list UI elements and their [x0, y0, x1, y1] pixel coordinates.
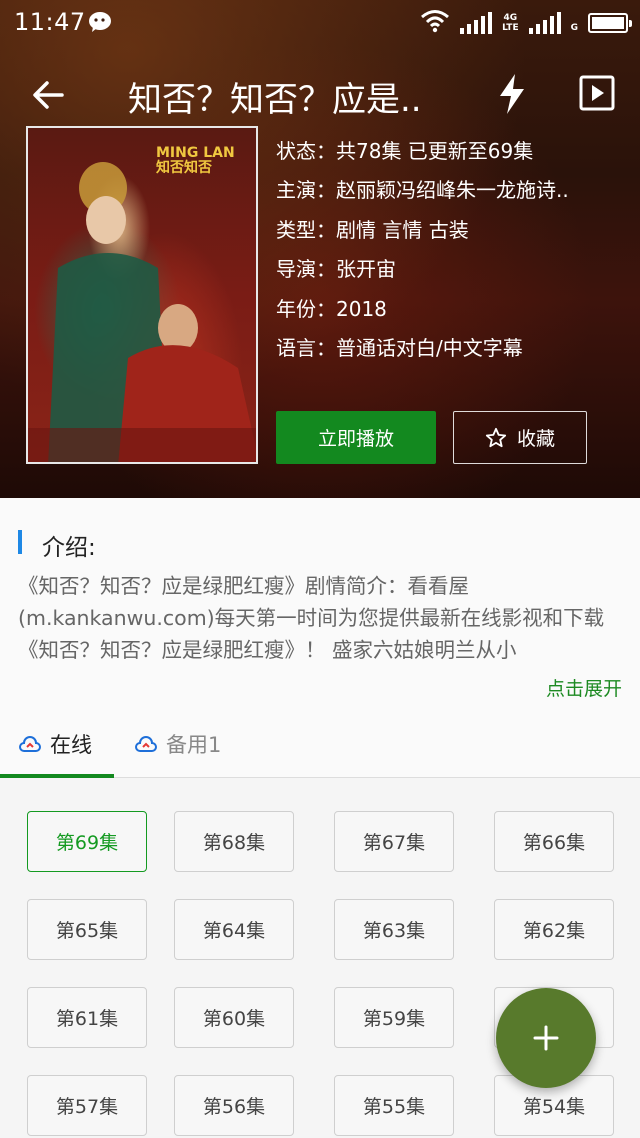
play-now-button[interactable]: 立即播放: [276, 411, 436, 464]
favorite-label: 收藏: [516, 428, 555, 450]
add-fab-button[interactable]: [496, 988, 596, 1088]
page-title: 知否？知否？应是..: [128, 80, 422, 120]
episode-button[interactable]: 第56集: [174, 1075, 294, 1136]
favorite-button[interactable]: 收藏: [453, 411, 587, 464]
info-list: 状态：共78集 已更新至69集 主演：赵丽颖冯绍峰朱一龙施诗.. 类型：剧情 言…: [276, 136, 616, 372]
battery-icon: [588, 13, 632, 33]
network-type-label: 4G: [503, 13, 518, 23]
flash-button[interactable]: [492, 72, 532, 116]
poster-art: [28, 162, 256, 462]
plus-icon: [533, 1025, 559, 1051]
episode-button[interactable]: 第69集: [27, 811, 147, 872]
poster-image: MING LAN 知否知否: [26, 126, 258, 464]
info-label: 主演：: [276, 178, 336, 203]
signal-icon-1: [460, 12, 493, 34]
episode-button[interactable]: 第64集: [174, 899, 294, 960]
episode-button[interactable]: 第67集: [334, 811, 454, 872]
network-type-1: 4G LTE: [502, 13, 519, 33]
wifi-icon: [420, 9, 450, 37]
info-value: 普通话对白/中文字幕: [336, 335, 523, 360]
info-language: 语言：普通话对白/中文字幕: [276, 333, 616, 372]
intro-title: 介绍:: [42, 535, 96, 561]
episode-button[interactable]: 第60集: [174, 987, 294, 1048]
status-time: 11:47: [14, 8, 86, 36]
episode-button[interactable]: 第61集: [27, 987, 147, 1048]
expand-link[interactable]: 点击展开: [546, 674, 622, 701]
status-icons: 4G LTE G: [420, 8, 632, 38]
source-tabs: 在线 备用1: [0, 710, 640, 778]
info-year: 年份：2018: [276, 294, 616, 333]
episode-button[interactable]: 第68集: [174, 811, 294, 872]
info-value: 2018: [336, 296, 387, 321]
info-genre: 类型：剧情 言情 古装: [276, 215, 616, 254]
tab-backup-1[interactable]: 备用1: [134, 724, 221, 764]
info-label: 语言：: [276, 335, 336, 360]
cloud-icon: [135, 736, 157, 752]
info-label: 状态：: [276, 139, 336, 163]
episode-button[interactable]: 第55集: [334, 1075, 454, 1136]
episode-button[interactable]: 第59集: [334, 987, 454, 1048]
intro-text: 《知否？知否？应是绿肥红瘦》剧情简介：看看屋(m.kankanwu.com)每天…: [18, 574, 605, 662]
episode-button[interactable]: 第65集: [27, 899, 147, 960]
info-label: 类型：: [276, 217, 336, 242]
player-button[interactable]: [578, 74, 616, 112]
network-sub-label: LTE: [502, 23, 519, 33]
episode-button[interactable]: 第66集: [494, 811, 614, 872]
tab-label: 在线: [50, 733, 92, 757]
back-button[interactable]: [28, 74, 70, 116]
signal-icon-2: [528, 12, 561, 34]
info-cast: 主演：赵丽颖冯绍峰朱一龙施诗..: [276, 175, 616, 214]
hero-header: 11:47 4GLTE G 知否？知否？应是.. MING LAN 知否知否: [0, 0, 640, 498]
info-label: 年份：: [276, 296, 336, 321]
info-value: 共78集 已更新至69集: [336, 139, 534, 163]
status-bar: 11:47 4G LTE G: [0, 0, 640, 46]
cloud-icon: [19, 736, 41, 752]
wechat-icon: [88, 11, 112, 33]
info-status: 状态：共78集 已更新至69集: [276, 136, 616, 175]
info-value: 剧情 言情 古装: [336, 217, 469, 242]
info-director: 导演：张开宙: [276, 254, 616, 293]
arrow-left-icon: [33, 81, 64, 109]
lightning-icon: [500, 74, 524, 114]
intro-section: 介绍: 《知否？知否？应是绿肥红瘦》剧情简介：看看屋(m.kankanwu.co…: [0, 498, 640, 710]
star-icon: [485, 427, 507, 447]
tab-online[interactable]: 在线: [18, 724, 92, 764]
info-value: 赵丽颖冯绍峰朱一龙施诗..: [336, 178, 569, 203]
network-type-2: G: [570, 23, 578, 33]
info-value: 张开宙: [336, 257, 396, 282]
top-bar: 知否？知否？应是..: [0, 60, 640, 130]
episode-button[interactable]: 第57集: [27, 1075, 147, 1136]
play-box-icon: [579, 75, 615, 111]
intro-accent-bar: [18, 530, 22, 554]
episode-button[interactable]: 第63集: [334, 899, 454, 960]
tab-label: 备用1: [166, 733, 222, 757]
info-label: 导演：: [276, 257, 336, 282]
episode-button[interactable]: 第62集: [494, 899, 614, 960]
